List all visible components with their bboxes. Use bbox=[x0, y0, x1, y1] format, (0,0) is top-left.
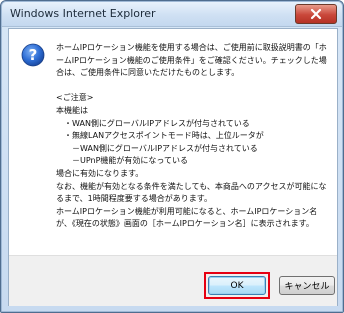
window-title: Windows Internet Explorer bbox=[10, 7, 156, 20]
button-bar: OK キャンセル bbox=[9, 255, 337, 306]
question-icon: ? bbox=[21, 43, 45, 67]
cancel-button[interactable]: キャンセル bbox=[279, 276, 335, 295]
message-area: ? ホームIPロケーション機能を使用する場合は、ご使用前に取扱説明書の「ホームI… bbox=[9, 29, 337, 255]
dialog-message: ホームIPロケーション機能を使用する場合は、ご使用前に取扱説明書の「ホームIPロ… bbox=[56, 43, 327, 229]
close-icon bbox=[310, 8, 322, 20]
dialog-window: Windows Internet Explorer ? ホームIPロケーション機… bbox=[0, 0, 344, 313]
title-bar[interactable]: Windows Internet Explorer bbox=[2, 2, 342, 27]
ok-button[interactable]: OK bbox=[208, 276, 266, 295]
svg-text:?: ? bbox=[29, 46, 38, 64]
close-button[interactable] bbox=[295, 4, 337, 24]
dialog-client: ? ホームIPロケーション機能を使用する場合は、ご使用前に取扱説明書の「ホームI… bbox=[8, 28, 338, 306]
